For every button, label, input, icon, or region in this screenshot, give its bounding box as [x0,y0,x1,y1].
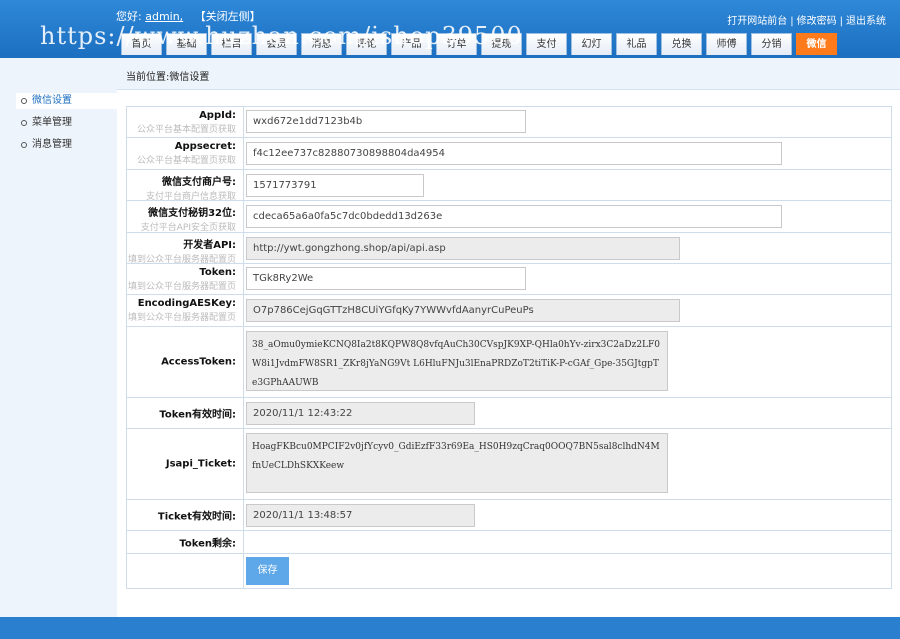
nav-tab[interactable]: 微信 [796,33,837,55]
form-row-mchid: 微信支付商户号: 支付平台商户信息获取 1571773791 [127,170,891,202]
nav-tab[interactable]: 兑换 [661,33,702,55]
appid-input[interactable]: wxd672e1dd7123b4b [246,110,526,133]
access-token-textarea[interactable]: 38_aOmu0ymieKCNQ8Ia2t8KQPW8Q8vfqAuCh30CV… [246,331,668,391]
label-hint: 公众平台基本配置页获取 [136,125,236,135]
form-row-aeskey: EncodingAESKey: 填到公众平台服务器配置页 O7p786CejGq… [127,295,891,327]
form-row-token: Token: 填到公众平台服务器配置页 TGk8Ry2We [127,264,891,295]
wechat-settings-form: AppId: 公众平台基本配置页获取 wxd672e1dd7123b4b App… [126,106,892,589]
aes-key-input[interactable]: O7p786CejGqGTTzH8CUiYGfqKy7YWWvfdAanyrCu… [246,299,680,322]
field-label: 微信支付秘钥32位: 支付平台API安全页获取 [127,201,244,233]
label-text: Appsecret: [174,141,236,152]
developer-api-input[interactable]: http://ywt.gongzhong.shop/api/api.asp [246,237,680,260]
field-label: Ticket有效时间: [127,500,244,530]
greeting-prefix: 您好: [116,10,142,23]
nav-tab[interactable]: 会员 [256,33,297,55]
field-label: AccessToken: [127,327,244,397]
sidebar-item-message-management[interactable]: 消息管理 [16,137,117,153]
save-button[interactable]: 保存 [246,557,289,585]
field-label: Token有效时间: [127,398,244,428]
field-label: Token: 填到公众平台服务器配置页 [127,264,244,294]
change-password-link[interactable]: 修改密码 [797,16,837,27]
nav-tab[interactable]: 支付 [526,33,567,55]
nav-tab[interactable]: 产品 [391,33,432,55]
nav-tab[interactable]: 订单 [436,33,477,55]
username-link[interactable]: admin, [145,10,183,23]
label-hint: 公众平台基本配置页获取 [136,156,236,166]
merchant-id-input[interactable]: 1571773791 [246,174,424,197]
sidebar-item-label: 微信设置 [32,95,72,106]
form-row-actions: 保存 [127,554,891,588]
form-row-ticket-expire: Ticket有效时间: 2020/11/1 13:48:57 [127,500,891,531]
top-links: 打开网站前台 | 修改密码 | 退出系统 [727,12,886,27]
form-row-token-expire: Token有效时间: 2020/11/1 12:43:22 [127,398,891,429]
nav-tab[interactable]: 师傅 [706,33,747,55]
label-text: Jsapi_Ticket: [165,458,236,470]
bullet-icon [21,142,27,148]
form-row-jsapi: Jsapi_Ticket: HoagFKBcu0MPCIF2v0jfYcyv0_… [127,429,891,500]
nav-tab[interactable]: 栏目 [211,33,252,55]
top-header: 您好: admin, 【关闭左侧】 打开网站前台 | 修改密码 | 退出系统 首页 基础栏… [0,0,900,58]
sidebar-item-wechat-settings[interactable]: 微信设置 [16,93,117,109]
bullet-icon [21,120,27,126]
field-label: 微信支付商户号: 支付平台商户信息获取 [127,170,244,202]
sidebar: 微信设置 菜单管理 消息管理 [0,58,117,617]
field-label: Appsecret: 公众平台基本配置页获取 [127,138,244,169]
pay-key-input[interactable]: cdeca65a6a0fa5c7dc0bdedd13d263e [246,205,782,228]
label-text: 开发者API: [183,240,236,251]
field-label: AppId: 公众平台基本配置页获取 [127,107,244,137]
sidebar-item-label: 菜单管理 [32,117,72,128]
nav-tab[interactable]: 提现 [481,33,522,55]
nav-tabs: 首页 基础 栏目 会员 消息 评论 产品 订单 提现 支付 幻灯 礼品 兑换 师傅 分销 微信 [121,33,837,55]
ticket-expire-input[interactable]: 2020/11/1 13:48:57 [246,504,475,527]
field-label: 开发者API: 填到公众平台服务器配置页 [127,233,244,265]
field-label: Token剩余: [127,531,244,553]
close-left-link[interactable]: 【关闭左侧】 [195,10,261,23]
label-text: 微信支付秘钥32位: [148,208,236,219]
label-hint: 支付平台API安全页获取 [140,223,236,233]
label-text: AppId: [199,110,236,121]
bullet-icon [21,98,27,104]
label-text: Token剩余: [179,538,236,550]
label-hint: 填到公众平台服务器配置页 [127,313,236,323]
label-text: AccessToken: [161,356,236,368]
empty-label-cell [127,554,244,588]
nav-tab[interactable]: 分销 [751,33,792,55]
nav-tab[interactable]: 基础 [166,33,207,55]
nav-tab[interactable]: 礼品 [616,33,657,55]
field-label: EncodingAESKey: 填到公众平台服务器配置页 [127,295,244,326]
form-row-paykey: 微信支付秘钥32位: 支付平台API安全页获取 cdeca65a6a0fa5c7… [127,201,891,233]
token-expire-input[interactable]: 2020/11/1 12:43:22 [246,402,475,425]
label-hint: 填到公众平台服务器配置页 [127,282,236,292]
field-label: Jsapi_Ticket: [127,429,244,499]
form-row-accesstoken: AccessToken: 38_aOmu0ymieKCNQ8Ia2t8KQPW8… [127,327,891,398]
token-input[interactable]: TGk8Ry2We [246,267,526,290]
logout-link[interactable]: 退出系统 [846,16,886,27]
separator: | [839,16,843,27]
nav-tab[interactable]: 首页 [121,33,162,55]
jsapi-ticket-textarea[interactable]: HoagFKBcu0MPCIF2v0jfYcyv0_GdiEzfF33r69Ea… [246,433,668,493]
form-row-token-left: Token剩余: [127,531,891,554]
footer-bar [0,617,900,639]
label-text: Token: [199,267,236,278]
greeting: 您好: admin, 【关闭左侧】 [116,8,261,24]
open-frontend-link[interactable]: 打开网站前台 [727,16,787,27]
nav-tab[interactable]: 消息 [301,33,342,55]
form-row-appid: AppId: 公众平台基本配置页获取 wxd672e1dd7123b4b [127,107,891,138]
label-text: 微信支付商户号: [162,177,236,188]
label-text: Token有效时间: [159,409,236,421]
sidebar-item-label: 消息管理 [32,139,72,150]
label-text: EncodingAESKey: [137,298,236,309]
separator: | [790,16,794,27]
appsecret-input[interactable]: f4c12ee737c82880730898804da4954 [246,142,782,165]
nav-tab[interactable]: 幻灯 [571,33,612,55]
breadcrumb-text: 当前位置:微信设置 [126,72,210,83]
form-row-devapi: 开发者API: 填到公众平台服务器配置页 http://ywt.gongzhon… [127,233,891,265]
sidebar-item-menu-management[interactable]: 菜单管理 [16,115,117,131]
form-row-appsecret: Appsecret: 公众平台基本配置页获取 f4c12ee737c828807… [127,138,891,170]
nav-tab[interactable]: 评论 [346,33,387,55]
label-text: Ticket有效时间: [157,511,236,523]
breadcrumb: 当前位置:微信设置 [117,58,900,90]
